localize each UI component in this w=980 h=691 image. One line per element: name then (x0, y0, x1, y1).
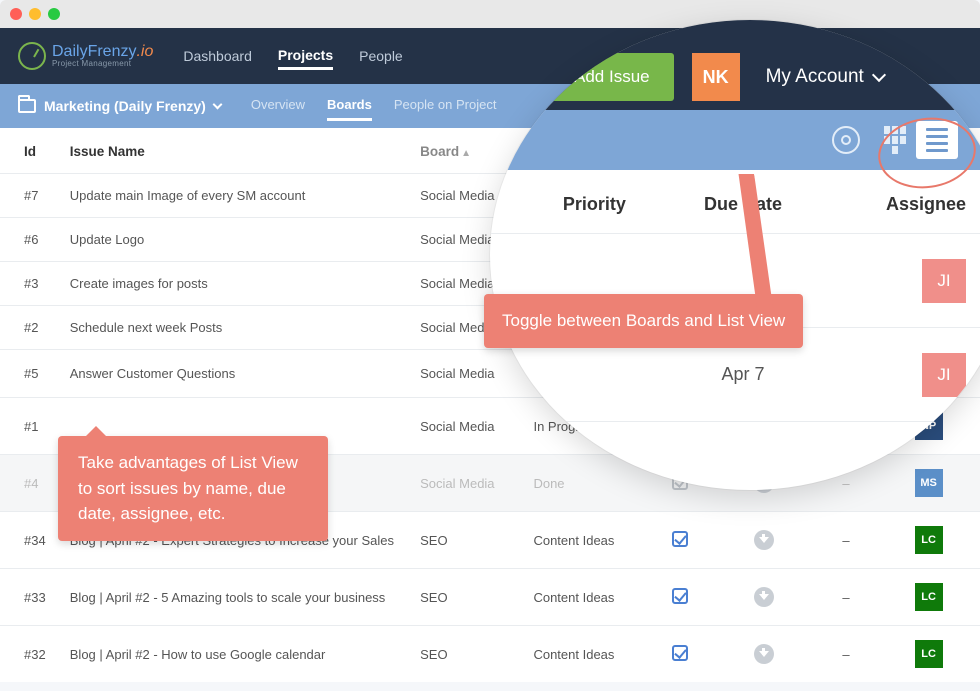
assignee-badge[interactable]: LC (915, 583, 943, 611)
my-account-label: My Account (766, 66, 864, 88)
assignee-badge[interactable]: LC (915, 640, 943, 668)
list-view-button[interactable] (916, 121, 958, 159)
add-issue-button[interactable]: Add Issue (550, 53, 674, 101)
nav-item-dashboard[interactable]: Dashboard (183, 44, 252, 68)
priority-low-icon (754, 587, 774, 607)
project-selector[interactable]: Marketing (Daily Frenzy) (18, 98, 221, 114)
callout-toggle-view: Toggle between Boards and List View (484, 294, 803, 348)
th-issue-name[interactable]: Issue Name (60, 128, 410, 174)
bubble-th-assignee[interactable]: Assignee (817, 194, 966, 215)
check-icon (672, 588, 688, 604)
board-view-button[interactable] (874, 121, 916, 159)
bubble-th-priority[interactable]: Priority (520, 194, 669, 215)
minimize-window-button[interactable] (29, 8, 41, 20)
brand-tagline: Project Management (52, 60, 153, 68)
assignee-badge[interactable]: LC (915, 526, 943, 554)
maximize-window-button[interactable] (48, 8, 60, 20)
view-toggle (874, 121, 958, 159)
priority-low-icon (754, 644, 774, 664)
nav-item-people[interactable]: People (359, 44, 403, 68)
check-icon (672, 645, 688, 661)
brand-name: DailyFrenzy.io (52, 44, 153, 60)
board-icon (884, 126, 906, 154)
assignee-badge[interactable]: JI (922, 259, 966, 303)
zoom-overlay: Add Issue NK My Account (490, 20, 980, 490)
project-name: Marketing (Daily Frenzy) (44, 98, 206, 114)
chevron-down-icon (872, 68, 886, 82)
sub-tab-people-on-project[interactable]: People on Project (394, 91, 497, 121)
callout-list-view: Take advantages of List View to sort iss… (58, 436, 328, 541)
folder-icon (18, 99, 36, 113)
assignee-badge[interactable]: JI (922, 353, 966, 397)
my-account-menu[interactable]: My Account (766, 66, 884, 88)
table-row[interactable]: #33Blog | April #2 - 5 Amazing tools to … (0, 569, 980, 626)
check-icon (672, 531, 688, 547)
list-icon (926, 128, 948, 152)
gear-icon[interactable] (832, 126, 860, 154)
sub-tab-boards[interactable]: Boards (327, 91, 372, 121)
table-row[interactable]: #32Blog | April #2 - How to use Google c… (0, 626, 980, 683)
close-window-button[interactable] (10, 8, 22, 20)
user-avatar[interactable]: NK (692, 53, 740, 101)
nav-item-projects[interactable]: Projects (278, 43, 333, 70)
logo[interactable]: DailyFrenzy.io Project Management (18, 42, 153, 70)
priority-low-icon (754, 530, 774, 550)
logo-icon (18, 42, 46, 70)
th-id[interactable]: Id (0, 128, 60, 174)
sub-tab-overview[interactable]: Overview (251, 91, 305, 121)
chevron-down-icon (212, 99, 222, 109)
